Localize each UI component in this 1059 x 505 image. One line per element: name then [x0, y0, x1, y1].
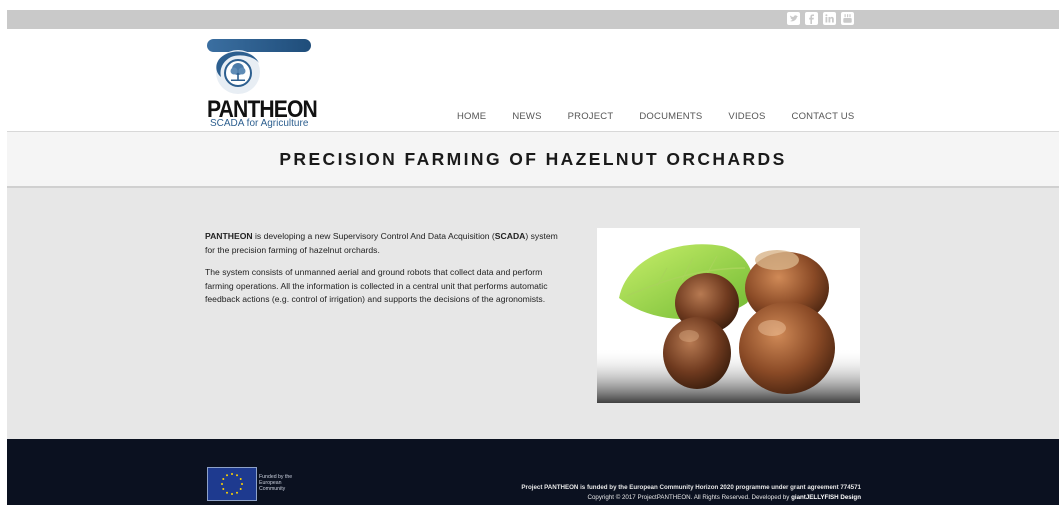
copyright-line: Copyright © 2017 ProjectPANTHEON. All Ri…: [521, 493, 862, 503]
main-content: PANTHEON is developing a new Supervisory…: [7, 188, 1059, 439]
linkedin-icon[interactable]: [823, 12, 836, 25]
funding-statement: Project PANTHEON is funded by the Europe…: [521, 484, 861, 491]
intro-paragraph-1: PANTHEON is developing a new Supervisory…: [205, 230, 565, 257]
developer-link[interactable]: giantJELLYFISH Design: [791, 494, 861, 501]
nav-news[interactable]: NEWS: [512, 111, 541, 122]
youtube-icon[interactable]: [841, 12, 854, 25]
nav-contact-us[interactable]: CONTACT US: [792, 111, 855, 122]
scada-mention: SCADA: [494, 231, 526, 241]
page-frame: PANTHEON SCADA for Agriculture HOME NEWS…: [7, 10, 1059, 505]
logo-tagline: SCADA for Agriculture: [210, 118, 309, 129]
page-title: PRECISION FARMING OF HAZELNUT ORCHARDS: [279, 149, 787, 169]
hazelnut-image: [597, 228, 860, 403]
intro-paragraph-2: The system consists of unmanned aerial a…: [205, 267, 548, 305]
copyright-text: Copyright © 2017 ProjectPANTHEON. All Ri…: [587, 493, 792, 501]
site-header: PANTHEON SCADA for Agriculture HOME NEWS…: [7, 29, 1059, 132]
site-footer: Funded by the European Community Project…: [7, 439, 1059, 505]
title-band: PRECISION FARMING OF HAZELNUT ORCHARDS: [7, 132, 1059, 188]
social-links: [787, 12, 854, 25]
twitter-icon[interactable]: [787, 12, 800, 25]
nav-documents[interactable]: DOCUMENTS: [639, 111, 702, 122]
footer-credits: Project PANTHEON is funded by the Europe…: [521, 483, 861, 502]
nav-project[interactable]: PROJECT: [568, 111, 614, 122]
facebook-icon[interactable]: [805, 12, 818, 25]
nav-videos[interactable]: VIDEOS: [728, 111, 765, 122]
social-bar: [7, 10, 1059, 29]
nav-home[interactable]: HOME: [457, 111, 486, 122]
eu-flag-icon: [207, 467, 257, 501]
eu-funded-label: Funded by the European Community: [259, 474, 293, 492]
brand-mention: PANTHEON: [205, 231, 253, 241]
intro-text: PANTHEON is developing a new Supervisory…: [205, 230, 565, 316]
main-nav: HOME NEWS PROJECT DOCUMENTS VIDEOS CONTA…: [457, 111, 880, 122]
intro-p1-a: is developing a new Supervisory Control …: [252, 231, 495, 241]
